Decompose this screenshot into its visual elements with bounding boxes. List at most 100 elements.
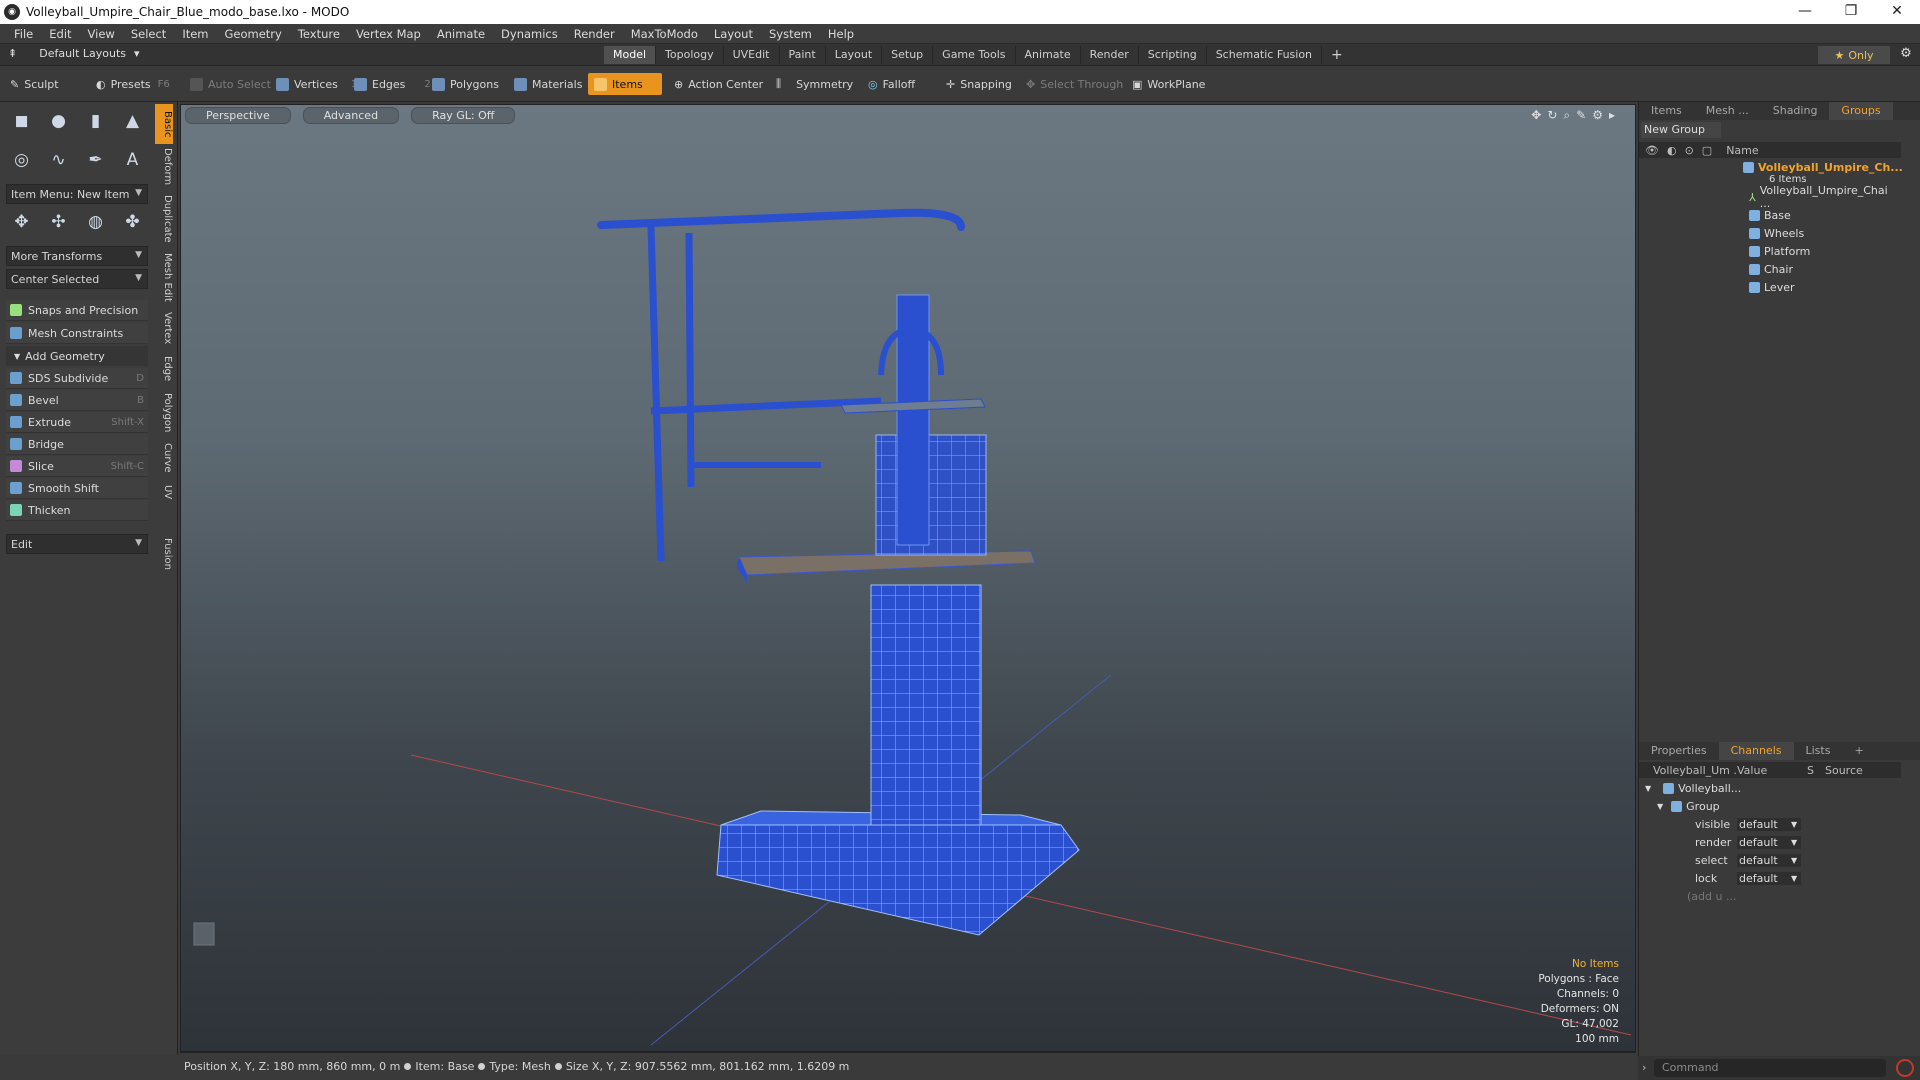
list-item[interactable]: Lever — [1639, 278, 1901, 296]
tab-mesh[interactable]: Mesh ... — [1694, 102, 1761, 120]
new-group-button[interactable]: New Group — [1641, 122, 1721, 138]
rotate-icon[interactable]: ✣ — [43, 206, 74, 237]
polygons-button[interactable]: Polygons — [426, 73, 505, 95]
zoom-icon[interactable]: ⌕ — [1563, 108, 1570, 123]
chevron-right-icon[interactable]: ▸ — [1609, 108, 1615, 123]
cone-icon[interactable]: ▲ — [117, 105, 148, 136]
presets-button[interactable]: ◐ Presets F6 — [90, 73, 176, 95]
tab-items[interactable]: Items — [1639, 102, 1694, 120]
transform-icon[interactable]: ✤ — [117, 206, 148, 237]
advanced-button[interactable]: Advanced — [302, 107, 400, 124]
tab-model[interactable]: Model — [604, 46, 657, 64]
select-through-button[interactable]: ✥ Select Through — [1020, 73, 1129, 95]
pan-icon[interactable]: ✥ — [1531, 108, 1541, 123]
add-geometry-section[interactable]: ▼ Add Geometry — [6, 346, 148, 366]
sculpt-button[interactable]: ✎ Sculpt — [4, 73, 65, 95]
tab-lists[interactable]: Lists — [1794, 742, 1843, 760]
menu-layout[interactable]: Layout — [706, 27, 761, 41]
brush-icon[interactable]: ✎ — [1576, 108, 1586, 123]
menu-help[interactable]: Help — [820, 27, 862, 41]
record-icon[interactable] — [1896, 1059, 1914, 1077]
tab-channels[interactable]: Channels — [1718, 742, 1794, 760]
menu-animate[interactable]: Animate — [429, 27, 493, 41]
edit-dropdown[interactable]: Edit ▼ — [6, 534, 148, 554]
tab-layout[interactable]: Layout — [826, 46, 883, 64]
slice-button[interactable]: Slice Shift-C — [6, 456, 148, 477]
orbit-icon[interactable]: ↻ — [1547, 108, 1557, 123]
center-selected-dropdown[interactable]: Center Selected ▼ — [6, 269, 148, 289]
vtab-vertex[interactable]: Vertex — [155, 308, 173, 348]
menu-maxtomodo[interactable]: MaxToModo — [623, 27, 706, 41]
menu-dynamics[interactable]: Dynamics — [493, 27, 566, 41]
tab-game-tools[interactable]: Game Tools — [933, 46, 1016, 64]
restore-button[interactable]: ❐ — [1828, 0, 1874, 24]
curve-icon[interactable]: ∿ — [43, 144, 74, 175]
bevel-button[interactable]: Bevel B — [6, 390, 148, 411]
menu-file[interactable]: File — [6, 27, 41, 41]
vtab-mesh-edit[interactable]: Mesh Edit — [155, 250, 173, 304]
vtab-deform[interactable]: Deform — [155, 146, 173, 188]
menu-geometry[interactable]: Geometry — [217, 27, 290, 41]
tab-scripting[interactable]: Scripting — [1139, 46, 1207, 64]
torus-icon[interactable]: ◎ — [6, 144, 37, 175]
minimize-button[interactable]: — — [1782, 0, 1828, 24]
materials-button[interactable]: Materials — [508, 73, 588, 95]
cube-icon[interactable]: ◼ — [6, 105, 37, 136]
move-icon[interactable]: ✥ — [6, 206, 37, 237]
menu-item[interactable]: Item — [174, 27, 216, 41]
perspective-button[interactable]: Perspective — [185, 107, 291, 124]
vtab-curve[interactable]: Curve — [155, 440, 173, 476]
ray-gl-button[interactable]: Ray GL: Off — [411, 107, 516, 124]
vtab-edge[interactable]: Edge — [155, 352, 173, 386]
vtab-uv[interactable]: UV — [155, 480, 173, 504]
default-layouts-dropdown[interactable]: ⇞ Default Layouts ▾ — [8, 47, 140, 60]
group-row[interactable]: Volleyball_Umpire_Ch... 6 Items — [1639, 160, 1903, 186]
pen-icon[interactable]: ✒ — [80, 144, 111, 175]
channel-value-select[interactable]: default ▼ — [1737, 853, 1801, 867]
menu-render[interactable]: Render — [566, 27, 623, 41]
list-item[interactable]: Platform — [1639, 242, 1901, 260]
symmetry-button[interactable]: ⫼ Symmetry — [770, 73, 859, 95]
list-item[interactable]: ⅄ Volleyball_Umpire_Chai ... — [1639, 184, 1901, 210]
mesh-constraints-button[interactable]: Mesh Constraints — [6, 323, 148, 344]
menu-view[interactable]: View — [80, 27, 123, 41]
gear-icon[interactable]: ⚙ — [1592, 108, 1603, 123]
3d-viewport[interactable]: Perspective Advanced Ray GL: Off ✥ ↻ ⌕ ✎… — [180, 104, 1636, 1052]
channel-row[interactable]: visible default ▼ — [1639, 815, 1901, 833]
more-transforms-dropdown[interactable]: More Transforms ▼ — [6, 246, 148, 266]
tab-setup[interactable]: Setup — [882, 46, 934, 64]
channel-value-select[interactable]: default ▼ — [1737, 871, 1801, 885]
gear-icon[interactable]: ⚙ — [1896, 46, 1916, 61]
item-menu-dropdown[interactable]: Item Menu: New Item ▼ — [6, 184, 148, 204]
tab-schematic-fusion[interactable]: Schematic Fusion — [1207, 46, 1323, 64]
menu-system[interactable]: System — [761, 27, 820, 41]
menu-edit[interactable]: Edit — [41, 27, 79, 41]
items-button[interactable]: Items — [588, 73, 662, 95]
smooth-shift-button[interactable]: Smooth Shift — [6, 478, 148, 499]
tab-paint[interactable]: Paint — [780, 46, 826, 64]
channel-row[interactable]: select default ▼ — [1639, 851, 1901, 869]
tab-shading[interactable]: Shading — [1761, 102, 1830, 120]
add-tab-button[interactable]: + — [1842, 742, 1875, 760]
bridge-button[interactable]: Bridge — [6, 434, 148, 455]
snapping-button[interactable]: ✛ Snapping — [940, 73, 1018, 95]
action-center-button[interactable]: ⊕ Action Center — [668, 73, 769, 95]
tab-groups[interactable]: Groups — [1829, 102, 1893, 120]
auto-select-button[interactable]: Auto Select — [184, 73, 277, 95]
tab-topology[interactable]: Topology — [656, 46, 724, 64]
workplane-button[interactable]: ▣ WorkPlane — [1126, 73, 1211, 95]
menu-texture[interactable]: Texture — [290, 27, 348, 41]
channel-group-row[interactable]: ▼ Group — [1639, 797, 1901, 815]
snaps-precision-button[interactable]: Snaps and Precision — [6, 300, 148, 321]
list-item[interactable]: Wheels — [1639, 224, 1901, 242]
channel-row[interactable]: render default ▼ — [1639, 833, 1901, 851]
vtab-duplicate[interactable]: Duplicate — [155, 192, 173, 246]
scale-icon[interactable]: ◍ — [80, 206, 111, 237]
sds-subdivide-button[interactable]: SDS Subdivide D — [6, 368, 148, 389]
vtab-polygon[interactable]: Polygon — [155, 390, 173, 436]
add-channel-row[interactable]: (add u ... — [1639, 887, 1901, 905]
channel-value-select[interactable]: default ▼ — [1737, 835, 1801, 849]
sphere-icon[interactable]: ● — [43, 105, 74, 136]
vtab-basic[interactable]: Basic — [155, 104, 173, 144]
thicken-button[interactable]: Thicken — [6, 500, 148, 521]
